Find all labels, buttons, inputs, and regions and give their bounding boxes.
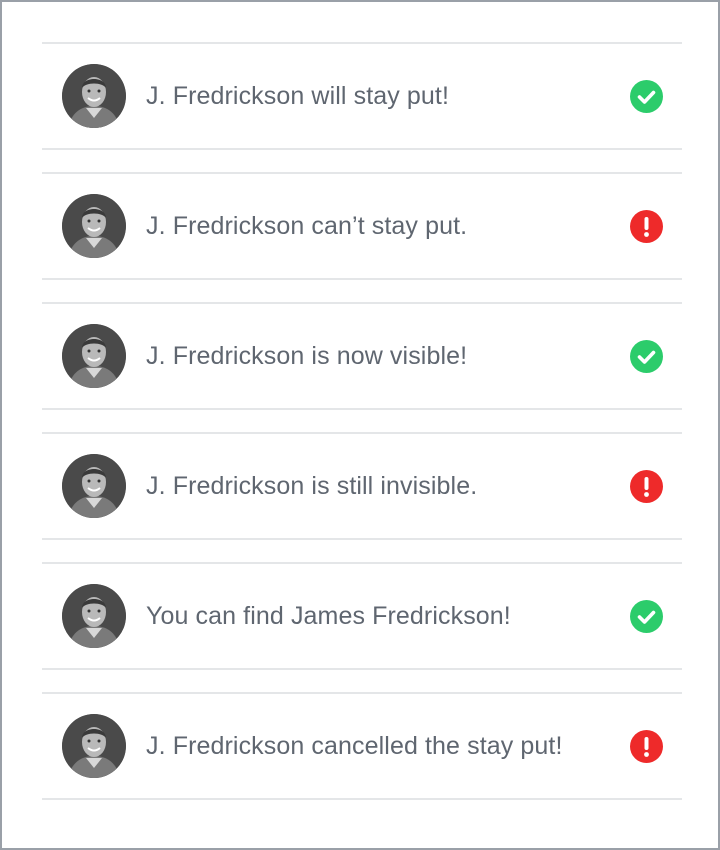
success-status-icon bbox=[630, 340, 663, 373]
avatar bbox=[62, 64, 126, 128]
notification-item[interactable]: J. Fredrickson will stay put! bbox=[42, 42, 682, 150]
avatar bbox=[62, 454, 126, 518]
avatar bbox=[62, 324, 126, 388]
exclamation-icon bbox=[644, 477, 649, 497]
success-status-icon bbox=[630, 600, 663, 633]
notification-list: J. Fredrickson will stay put! J. Fredric… bbox=[42, 42, 682, 822]
error-status-icon bbox=[630, 470, 663, 503]
notification-message: You can find James Fredrickson! bbox=[146, 602, 511, 630]
notification-item[interactable]: J. Fredrickson is still invisible. bbox=[42, 432, 682, 540]
notification-message: J. Fredrickson cancelled the stay put! bbox=[146, 732, 563, 760]
notification-item[interactable]: J. Fredrickson is now visible! bbox=[42, 302, 682, 410]
avatar bbox=[62, 194, 126, 258]
exclamation-icon bbox=[644, 217, 649, 237]
avatar bbox=[62, 714, 126, 778]
notification-message: J. Fredrickson is now visible! bbox=[146, 342, 468, 370]
checkmark-icon bbox=[637, 610, 656, 624]
notification-message: J. Fredrickson will stay put! bbox=[146, 82, 449, 110]
checkmark-icon bbox=[637, 90, 656, 104]
checkmark-icon bbox=[637, 350, 656, 364]
error-status-icon bbox=[630, 210, 663, 243]
notification-message: J. Fredrickson is still invisible. bbox=[146, 472, 478, 500]
success-status-icon bbox=[630, 80, 663, 113]
notification-item[interactable]: You can find James Fredrickson! bbox=[42, 562, 682, 670]
notification-message: J. Fredrickson can’t stay put. bbox=[146, 212, 468, 240]
avatar bbox=[62, 584, 126, 648]
notification-panel: J. Fredrickson will stay put! J. Fredric… bbox=[0, 0, 720, 850]
notification-item[interactable]: J. Fredrickson can’t stay put. bbox=[42, 172, 682, 280]
exclamation-icon bbox=[644, 737, 649, 757]
notification-item[interactable]: J. Fredrickson cancelled the stay put! bbox=[42, 692, 682, 800]
error-status-icon bbox=[630, 730, 663, 763]
